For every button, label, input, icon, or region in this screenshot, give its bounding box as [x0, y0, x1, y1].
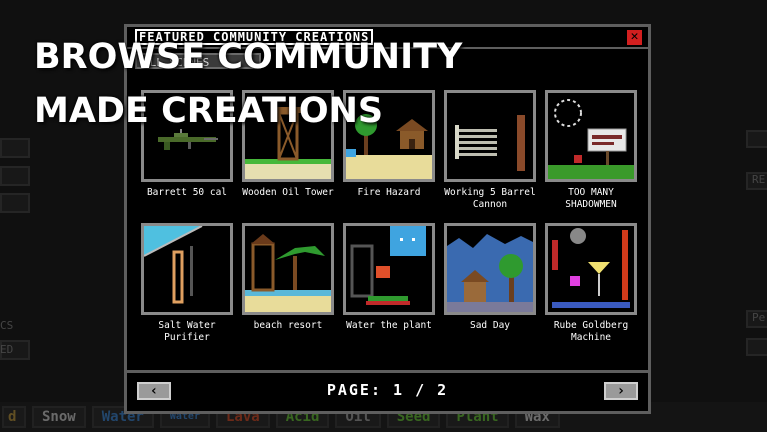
- creation-card[interactable]: Water the plant: [343, 223, 435, 348]
- creation-title: Wooden Oil Tower: [242, 187, 334, 198]
- creation-thumbnail[interactable]: [343, 223, 435, 315]
- pagination-bar: ‹ PAGE: 1 / 2 ›: [127, 370, 648, 411]
- creation-card[interactable]: TOO MANY SHADOWMEN: [545, 90, 637, 215]
- creation-thumbnail[interactable]: [242, 223, 334, 315]
- chevron-right-icon: ›: [616, 383, 626, 399]
- caption-line-2: MADE CREATIONS: [34, 91, 384, 131]
- page-indicator: PAGE: 1 / 2: [326, 381, 449, 399]
- creation-title: Water the plant: [346, 320, 432, 331]
- caption-line-1: BROWSE COMMUNITY: [34, 37, 463, 77]
- creation-title: Rube Goldberg Machine: [553, 320, 629, 343]
- creation-title: Barrett 50 cal: [146, 187, 228, 198]
- next-page-button[interactable]: ›: [604, 382, 638, 400]
- close-icon: ✕: [630, 29, 639, 44]
- creation-thumbnail[interactable]: [141, 223, 233, 315]
- creation-title: Salt Water Purifier: [158, 320, 216, 343]
- creation-title: Working 5 Barrel Cannon: [444, 187, 536, 210]
- creation-card[interactable]: Salt Water Purifier: [141, 223, 233, 348]
- creation-card[interactable]: beach resort: [242, 223, 334, 348]
- creation-title: Fire Hazard: [357, 187, 421, 198]
- close-button[interactable]: ✕: [626, 29, 643, 46]
- creation-card[interactable]: Sad Day: [444, 223, 536, 348]
- creation-title: Sad Day: [469, 320, 511, 331]
- promo-caption: BROWSE COMMUNITY MADE CREATIONS: [34, 30, 462, 138]
- creation-card[interactable]: Rube Goldberg Machine: [545, 223, 637, 348]
- creation-thumbnail[interactable]: [545, 223, 637, 315]
- creation-thumbnail[interactable]: [545, 90, 637, 182]
- creation-thumbnail[interactable]: [444, 223, 536, 315]
- creation-title: TOO MANY SHADOWMEN: [565, 187, 617, 210]
- creation-title: beach resort: [253, 320, 323, 331]
